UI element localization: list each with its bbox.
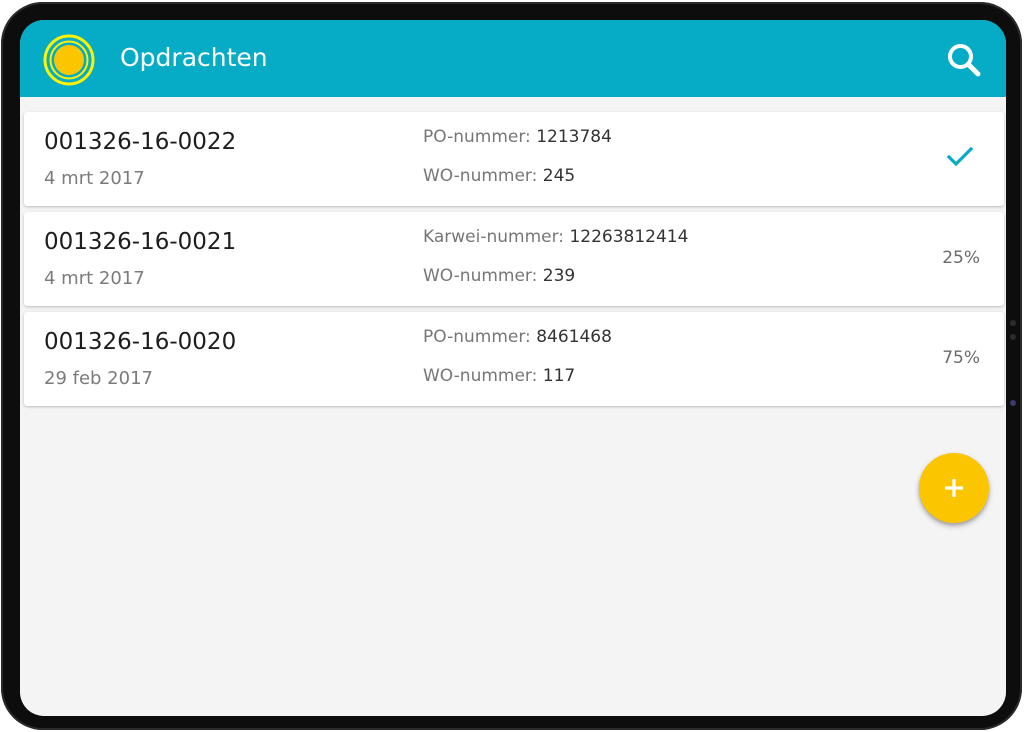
wo-number-line: WO-nummer: 239 xyxy=(423,264,575,288)
po-number-value: 8461468 xyxy=(536,327,612,347)
wo-number-value: 245 xyxy=(542,166,576,186)
progress-percentage: 25% xyxy=(942,248,980,268)
app-bar: Opdrachten xyxy=(20,20,1006,97)
karwei-number-label: Karwei-nummer: xyxy=(423,227,565,247)
order-date: 29 feb 2017 xyxy=(44,368,153,389)
wo-number-value: 117 xyxy=(542,366,576,386)
po-number-value: 1213784 xyxy=(536,127,612,147)
po-number-line: PO-nummer: 8461468 xyxy=(423,325,612,349)
app-screen: Opdrachten 001326-16-0022 4 mrt 2017 PO-… xyxy=(20,20,1006,716)
sun-logo-icon xyxy=(42,33,96,87)
po-number-label: PO-nummer: xyxy=(423,127,531,147)
order-number: 001326-16-0020 xyxy=(44,329,237,355)
karwei-number-line: Karwei-nummer: 12263812414 xyxy=(423,225,688,249)
add-order-button[interactable] xyxy=(919,453,989,523)
order-date: 4 mrt 2017 xyxy=(44,268,145,289)
wo-number-line: WO-nummer: 245 xyxy=(423,164,575,188)
tablet-frame: Opdrachten 001326-16-0022 4 mrt 2017 PO-… xyxy=(1,2,1022,730)
order-list: 001326-16-0022 4 mrt 2017 PO-nummer: 121… xyxy=(24,112,1004,412)
wo-number-line: WO-nummer: 117 xyxy=(423,364,575,388)
wo-number-label: WO-nummer: xyxy=(423,366,538,386)
order-number: 001326-16-0022 xyxy=(44,129,237,155)
po-number-label: PO-nummer: xyxy=(423,327,531,347)
progress-percentage: 75% xyxy=(942,348,980,368)
device-camera-dot xyxy=(1010,400,1016,406)
device-sensor-dot xyxy=(1010,334,1016,340)
order-list-item[interactable]: 001326-16-0020 29 feb 2017 PO-nummer: 84… xyxy=(24,312,1004,406)
order-date: 4 mrt 2017 xyxy=(44,168,145,189)
wo-number-label: WO-nummer: xyxy=(423,166,538,186)
plus-icon xyxy=(945,479,963,497)
page-title: Opdrachten xyxy=(120,43,268,72)
order-list-item[interactable]: 001326-16-0021 4 mrt 2017 Karwei-nummer:… xyxy=(24,212,1004,306)
wo-number-value: 239 xyxy=(542,266,576,286)
order-list-item[interactable]: 001326-16-0022 4 mrt 2017 PO-nummer: 121… xyxy=(24,112,1004,206)
checkmark-icon xyxy=(946,145,974,173)
device-sensor-dot xyxy=(1010,320,1016,326)
search-button[interactable] xyxy=(944,40,984,80)
wo-number-label: WO-nummer: xyxy=(423,266,538,286)
karwei-number-value: 12263812414 xyxy=(569,227,689,247)
search-icon xyxy=(948,44,981,77)
order-number: 001326-16-0021 xyxy=(44,229,237,255)
po-number-line: PO-nummer: 1213784 xyxy=(423,125,612,149)
